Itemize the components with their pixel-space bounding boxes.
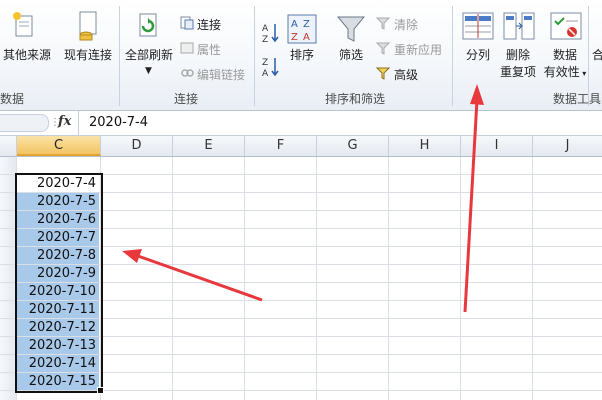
svg-text:Z: Z (262, 35, 268, 44)
reapply-button[interactable]: 重新应用 (394, 41, 442, 58)
data-validation-button[interactable]: 数据 有效性 ▾ (540, 47, 590, 82)
column-header-f[interactable]: F (245, 136, 317, 156)
refresh-all-button[interactable]: 全部刷新 (122, 47, 176, 64)
svg-text:Z: Z (303, 19, 310, 30)
svg-text:Z: Z (262, 58, 268, 68)
grid-line (244, 157, 245, 400)
filter-button[interactable]: 筛选 (334, 47, 368, 64)
ribbon: 其他来源 现有连接 数据 全部刷新 ▼ 连接 属性 编辑链接 连接 AZ ZA … (0, 0, 602, 111)
remove-duplicates-icon (503, 12, 535, 45)
sort-ascending-icon: AZ (262, 22, 280, 47)
name-box-edge[interactable] (0, 114, 49, 132)
column-header-d[interactable]: D (101, 136, 173, 156)
column-header-h[interactable]: H (389, 136, 461, 156)
remove-duplicates-line1: 删除 (505, 48, 530, 62)
column-header-c[interactable]: C (17, 136, 101, 156)
filter-icon (336, 14, 366, 47)
formula-value: 2020-7-4 (89, 115, 149, 130)
grid-line (388, 157, 389, 400)
properties-icon (180, 41, 194, 58)
refresh-all-icon (134, 12, 162, 47)
grid-line (172, 157, 173, 400)
clear-filter-icon (375, 16, 391, 33)
remove-duplicates-button[interactable]: 删除 重复项 (498, 47, 538, 81)
column-header-i[interactable]: I (461, 136, 533, 156)
grid-line (532, 157, 533, 400)
column-headers: C D E F G H I J (0, 136, 602, 157)
advanced-button[interactable]: 高级 (394, 66, 418, 83)
group-data-tools: 数据工具 (553, 92, 602, 106)
svg-text:A: A (303, 32, 310, 43)
fill-handle[interactable] (97, 387, 104, 394)
separator (452, 6, 453, 106)
connections-icon (180, 16, 194, 33)
column-header-j[interactable]: J (533, 136, 602, 156)
data-validation-line2: 有效性 ▾ (543, 65, 587, 79)
advanced-filter-icon (375, 66, 391, 83)
consolidate-button[interactable]: 合 (592, 47, 602, 64)
group-connections: 连接 (174, 92, 199, 106)
column-header-g[interactable]: G (317, 136, 389, 156)
text-to-columns-icon (462, 12, 494, 45)
column-header-e[interactable]: E (173, 136, 245, 156)
text-to-columns-button[interactable]: 分列 (462, 47, 494, 64)
properties-button[interactable]: 属性 (197, 41, 221, 58)
row-header-strip (0, 157, 16, 400)
group-get-external-data: 数据 (0, 92, 25, 106)
fx-icon[interactable]: fx (58, 114, 71, 129)
remove-duplicates-line2: 重复项 (499, 65, 536, 79)
separator (254, 6, 255, 106)
svg-text:Z: Z (291, 32, 298, 43)
connections-button[interactable]: 连接 (197, 16, 221, 33)
svg-text:A: A (291, 19, 298, 30)
other-sources-icon (12, 10, 38, 43)
grid-line (316, 157, 317, 400)
edit-links-button[interactable]: 编辑链接 (197, 66, 245, 83)
svg-text:A: A (262, 69, 269, 78)
clear-button[interactable]: 清除 (394, 16, 418, 33)
sort-button[interactable]: 排序 (286, 47, 318, 64)
selection-border (15, 173, 103, 393)
sort-icon: AZZA (287, 14, 317, 47)
separator (119, 6, 120, 106)
formula-bar: ⋮ fx 2020-7-4 (0, 111, 602, 136)
sort-descending-icon: ZA (262, 56, 280, 81)
row-header-corner[interactable] (0, 136, 17, 156)
existing-connections-button[interactable]: 现有连接 (60, 47, 116, 64)
data-validation-line1: 数据 (552, 48, 577, 62)
group-sort-filter: 排序和筛选 (325, 92, 386, 106)
refresh-dropdown-arrow[interactable]: ▼ (145, 66, 152, 76)
formula-input[interactable]: 2020-7-4 (78, 111, 601, 135)
svg-text:A: A (262, 24, 269, 34)
grid-line (460, 157, 461, 400)
data-validation-icon (550, 12, 582, 45)
edit-links-icon (180, 66, 194, 83)
other-sources-button[interactable]: 其他来源 (0, 47, 54, 64)
existing-connections-icon (75, 10, 101, 45)
reapply-icon (375, 41, 391, 58)
worksheet-grid[interactable]: 2020-7-4 2020-7-5 2020-7-6 2020-7-7 2020… (0, 157, 602, 400)
